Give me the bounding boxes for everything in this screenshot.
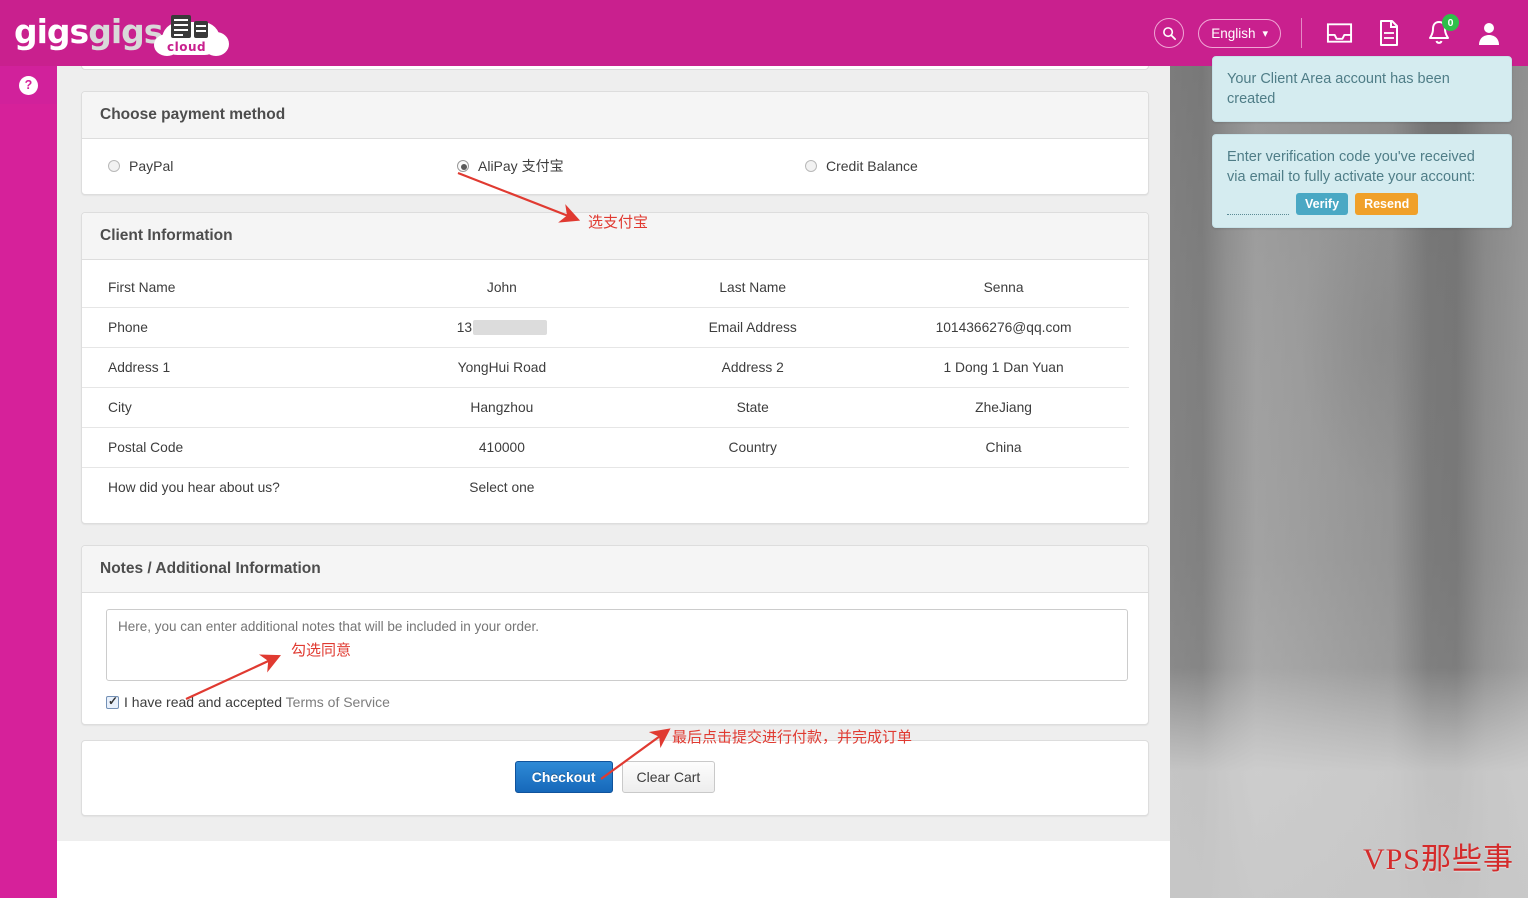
payment-option-alipay[interactable]: AliPay 支付宝 <box>457 156 805 176</box>
radio-paypal[interactable] <box>108 160 120 172</box>
terms-prefix-label: I have read and accepted <box>124 694 286 710</box>
field-label: Address 1 <box>108 360 171 375</box>
client-information-title: Client Information <box>82 213 1148 260</box>
table-row: Address 1 YongHui Road Address 2 1 Dong … <box>82 348 1129 388</box>
watermark: VPS那些事 <box>1362 843 1514 876</box>
payment-option-paypal[interactable]: PayPal <box>108 156 457 176</box>
logo-text-primary: gigs <box>14 12 89 51</box>
sidebar-help-area: ? <box>0 66 57 104</box>
cut-off-panel-above <box>81 66 1149 70</box>
notes-body: I have read and accepted Terms of Servic… <box>82 593 1148 724</box>
field-label: Postal Code <box>108 440 184 455</box>
field-value-empty <box>878 468 1129 508</box>
field-value-redacted: 13 <box>376 308 627 348</box>
table-row: City Hangzhou State ZheJiang <box>82 388 1129 428</box>
field-label: Last Name <box>719 280 787 295</box>
field-label: Email Address <box>708 320 797 335</box>
checkout-button[interactable]: Checkout <box>514 761 613 793</box>
notes-title: Notes / Additional Information <box>82 546 1148 593</box>
field-label: City <box>108 400 132 415</box>
main-content: Choose payment method PayPal AliPay 支付宝 … <box>57 66 1170 841</box>
bell-icon[interactable]: 0 <box>1422 14 1459 50</box>
notification-text: Enter verification code you've received … <box>1227 149 1476 185</box>
cart-actions-body: Checkout Clear Cart <box>82 741 1148 815</box>
site-logo[interactable]: gigsgigs cloud <box>14 8 229 56</box>
notification-text: Your Client Area account has been create… <box>1227 71 1450 107</box>
field-value: Senna <box>983 280 1024 295</box>
field-value-select[interactable]: Select one <box>376 468 627 508</box>
radio-alipay[interactable] <box>457 160 469 172</box>
client-information-table: First Name John Last Name Senna Phone 13… <box>82 268 1129 507</box>
table-row: First Name John Last Name Senna <box>82 268 1129 308</box>
left-sidebar: ? <box>0 66 57 898</box>
terms-checkbox[interactable] <box>106 694 119 709</box>
field-value: 1014366276@qq.com <box>935 320 1072 335</box>
document-icon[interactable] <box>1372 16 1406 50</box>
field-value: John <box>486 280 517 295</box>
cart-actions-panel: Checkout Clear Cart <box>81 740 1149 816</box>
header-divider <box>1301 18 1302 48</box>
field-value: ZheJiang <box>975 400 1032 415</box>
terms-of-service-row: I have read and accepted Terms of Servic… <box>106 694 1124 716</box>
field-label: First Name <box>108 280 176 295</box>
field-label: How did you hear about us? <box>108 480 280 495</box>
payment-option-alipay-label: AliPay 支付宝 <box>478 158 564 174</box>
page-root: VPS那些事 gigsgigs cloud English ▾ 0 ? Choo… <box>0 0 1528 898</box>
resend-button[interactable]: Resend <box>1355 193 1419 215</box>
search-icon[interactable] <box>1154 18 1185 48</box>
notification-stack: Your Client Area account has been create… <box>1212 56 1512 240</box>
notification-verify-account: Enter verification code you've received … <box>1212 134 1512 228</box>
radio-credit-balance[interactable] <box>805 160 817 172</box>
payment-method-panel: Choose payment method PayPal AliPay 支付宝 … <box>81 91 1149 195</box>
notes-panel: Notes / Additional Information I have re… <box>81 545 1149 725</box>
field-value: YongHui Road <box>457 360 547 375</box>
payment-option-paypal-label: PayPal <box>129 158 174 174</box>
logo-cloud-word: cloud <box>167 40 207 54</box>
server-box-icon <box>194 21 208 38</box>
verification-row: Verify Resend <box>1227 193 1497 215</box>
notes-textarea[interactable] <box>106 609 1128 681</box>
logo-text-secondary: gigs <box>88 12 163 51</box>
payment-option-credit-balance[interactable]: Credit Balance <box>805 156 1105 176</box>
field-label-empty <box>627 468 878 508</box>
field-label: State <box>736 400 769 415</box>
field-label: Phone <box>108 320 148 335</box>
payment-method-title: Choose payment method <box>82 92 1148 139</box>
user-icon[interactable] <box>1472 16 1506 50</box>
language-label: English <box>1211 25 1256 41</box>
field-label: Country <box>728 440 777 455</box>
table-row: Postal Code 410000 Country China <box>82 428 1129 468</box>
bell-badge: 0 <box>1442 14 1459 31</box>
payment-options-row: PayPal AliPay 支付宝 Credit Balance <box>82 139 1148 194</box>
client-information-body: First Name John Last Name Senna Phone 13… <box>82 260 1148 523</box>
terms-of-service-link[interactable]: Terms of Service <box>286 694 390 710</box>
verify-button[interactable]: Verify <box>1296 193 1349 215</box>
field-value: 410000 <box>478 440 525 455</box>
payment-method-body: PayPal AliPay 支付宝 Credit Balance <box>82 139 1148 194</box>
verification-code-input[interactable] <box>1227 197 1289 215</box>
chevron-down-icon: ▾ <box>1262 27 1268 40</box>
server-rack-icon <box>171 15 191 38</box>
redaction-block <box>473 320 548 335</box>
field-value: Hangzhou <box>470 400 534 415</box>
payment-option-credit-balance-label: Credit Balance <box>826 158 918 174</box>
table-row: Phone 13 Email Address 1014366276@qq.com <box>82 308 1129 348</box>
field-label: Address 2 <box>721 360 784 375</box>
table-row: How did you hear about us? Select one <box>82 468 1129 508</box>
language-selector[interactable]: English ▾ <box>1198 18 1281 48</box>
field-value: 1 Dong 1 Dan Yuan <box>943 360 1064 375</box>
notification-account-created: Your Client Area account has been create… <box>1212 56 1512 122</box>
inbox-icon[interactable] <box>1322 16 1356 50</box>
field-value: China <box>985 440 1022 455</box>
client-information-panel: Client Information First Name John Last … <box>81 212 1149 524</box>
page-footer-space <box>57 841 1170 898</box>
help-icon[interactable]: ? <box>19 75 38 95</box>
clear-cart-button[interactable]: Clear Cart <box>621 761 716 793</box>
